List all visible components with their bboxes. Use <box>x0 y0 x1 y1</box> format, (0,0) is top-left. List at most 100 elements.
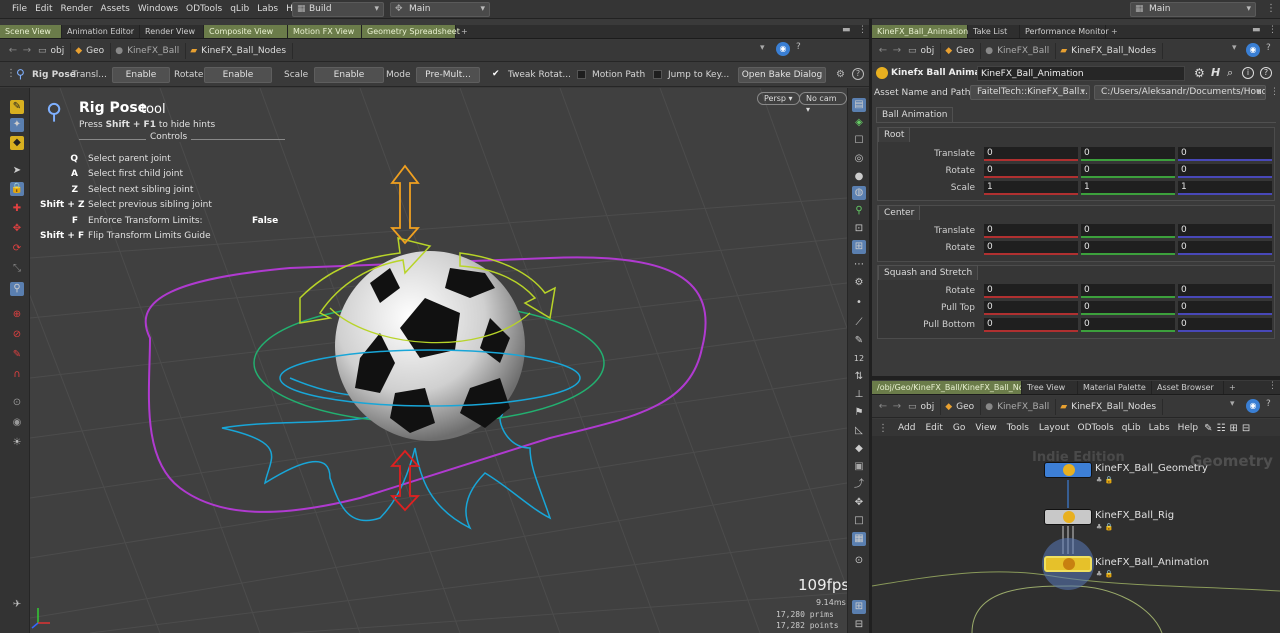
root-scale-y[interactable]: 1 <box>1081 181 1175 195</box>
crumb-geo[interactable]: ◆ Geo <box>941 398 982 415</box>
network-editor[interactable]: Indie Edition Geometry KineFX_Ball_Geome… <box>872 436 1280 633</box>
view-icon[interactable]: ⊙ <box>10 396 24 410</box>
net-menu-layout[interactable]: Layout <box>1039 423 1070 433</box>
camera-icon[interactable]: ◉ <box>10 416 24 430</box>
forward-icon[interactable]: → <box>890 43 904 59</box>
visibility-icon[interactable]: ◎ <box>852 152 866 166</box>
select-arrow-icon[interactable]: ➤ <box>10 164 24 178</box>
pin-icon[interactable]: ◉ <box>1246 399 1260 413</box>
handle-red-icon[interactable]: ✚ <box>10 202 24 216</box>
menu-windows[interactable]: Windows <box>134 0 182 19</box>
net-menu-labs[interactable]: Labs <box>1149 423 1170 433</box>
pose-tool-icon[interactable]: ⚲ <box>10 282 24 296</box>
pane-divider[interactable] <box>872 376 1280 380</box>
snap-grid-icon[interactable]: ⋯ <box>852 258 866 272</box>
root-translate-x[interactable]: 0 <box>984 147 1078 161</box>
desktop-main-dropdown[interactable]: ✥ Main ▾ <box>390 2 490 17</box>
more-icon[interactable]: ⋮ <box>858 25 867 35</box>
info-icon[interactable]: i <box>1242 67 1254 79</box>
tab-ball-animation[interactable]: Ball Animation <box>876 107 954 122</box>
tab-asset-browser[interactable]: Asset Browser <box>1152 381 1224 394</box>
toggle-icon[interactable]: ⊟ <box>852 618 866 632</box>
root-rotate-x[interactable]: 0 <box>984 164 1078 178</box>
root-scale-x[interactable]: 1 <box>984 181 1078 195</box>
squash-rotate-y[interactable]: 0 <box>1081 284 1175 298</box>
grid-icon[interactable]: ⊞ <box>1229 423 1237 434</box>
node-kinefx-ball-rig[interactable] <box>1044 509 1092 525</box>
mode-dropdown[interactable]: Pre-Mult... <box>416 67 480 83</box>
tab-performance-monitor[interactable]: Performance Monitor <box>1020 25 1109 38</box>
magnet-icon[interactable]: ◆ <box>10 136 24 150</box>
root-scale-z[interactable]: 1 <box>1178 181 1272 195</box>
translate-dropdown[interactable]: Enable <box>112 67 170 83</box>
light-icon[interactable]: ☀ <box>10 436 24 450</box>
tab-animation-editor[interactable]: Animation Editor <box>62 25 140 38</box>
back-icon[interactable]: ← <box>876 399 890 415</box>
section-center-header[interactable]: Center <box>878 205 921 220</box>
brush-icon[interactable]: ✎ <box>852 334 866 348</box>
crumb-ball[interactable]: ● KineFX_Ball <box>111 42 187 59</box>
screenshot-icon[interactable]: ▦ <box>852 532 866 546</box>
forward-icon[interactable]: → <box>20 43 34 59</box>
menu-odtools[interactable]: ODTools <box>182 0 226 19</box>
tab-geometry-spreadsheet[interactable]: Geometry Spreadsheet <box>362 25 460 38</box>
list-icon[interactable]: ☷ <box>1217 423 1226 434</box>
template-icon[interactable]: ⚲ <box>852 204 866 218</box>
squash-rotate-x[interactable]: 0 <box>984 284 1078 298</box>
tab-material-palette[interactable]: Material Palette <box>1078 381 1152 394</box>
gear-icon[interactable]: ⚙ <box>1194 66 1205 80</box>
shading-icon[interactable]: ● <box>852 170 866 184</box>
net-menu-view[interactable]: View <box>975 423 996 433</box>
center-rotate-x[interactable]: 0 <box>984 241 1078 255</box>
edit-icon[interactable]: ✎ <box>10 348 24 362</box>
tab-tree-view[interactable]: Tree View <box>1022 381 1078 394</box>
hda-icon[interactable]: H <box>1211 66 1220 79</box>
extra-icon[interactable]: ✈ <box>10 598 24 612</box>
root-rotate-z[interactable]: 0 <box>1178 164 1272 178</box>
wrench-icon[interactable]: ✎ <box>1204 423 1212 434</box>
crumb-nodes[interactable]: ▰ KineFX_Ball_Nodes <box>1056 42 1164 59</box>
node-name-input[interactable] <box>977 66 1185 81</box>
crumb-ball[interactable]: ● KineFX_Ball <box>981 398 1057 415</box>
help-icon[interactable]: ? <box>796 42 801 52</box>
ghost-icon[interactable]: ☐ <box>852 134 866 148</box>
move-icon[interactable]: ✥ <box>852 496 866 510</box>
help-icon[interactable]: ? <box>1260 67 1272 79</box>
pull-bottom-y[interactable]: 0 <box>1081 318 1175 332</box>
squash-rotate-z[interactable]: 0 <box>1178 284 1272 298</box>
root-translate-y[interactable]: 0 <box>1081 147 1175 161</box>
net-menu-edit[interactable]: Edit <box>925 423 942 433</box>
help-icon[interactable]: ? <box>1266 43 1271 53</box>
more-icon[interactable]: ⋮ <box>1268 25 1277 35</box>
transform-icon[interactable]: ⊕ <box>10 308 24 322</box>
pull-bottom-x[interactable]: 0 <box>984 318 1078 332</box>
menu-qlib[interactable]: qLib <box>226 0 253 19</box>
net-menu-tools[interactable]: Tools <box>1007 423 1029 433</box>
lasso-icon[interactable]: ◺ <box>852 424 866 438</box>
settings-icon[interactable]: ⚙ <box>836 69 845 80</box>
section-squash-header[interactable]: Squash and Stretch <box>878 265 979 280</box>
marker-icon[interactable]: ⊙ <box>852 554 866 568</box>
more-icon[interactable]: ⋮ <box>1266 3 1276 14</box>
net-menu-qlib[interactable]: qLib <box>1122 423 1141 433</box>
menu-edit[interactable]: Edit <box>31 0 56 19</box>
crumb-geo[interactable]: ◆ Geo <box>941 42 982 59</box>
back-icon[interactable]: ← <box>6 43 20 59</box>
root-rotate-y[interactable]: 0 <box>1081 164 1175 178</box>
net-menu-help[interactable]: Help <box>1178 423 1199 433</box>
pull-top-x[interactable]: 0 <box>984 301 1078 315</box>
tab-render-view[interactable]: Render View <box>140 25 204 38</box>
asset-name-dropdown[interactable]: FaitelTech::KineFX_Ball... ▾ <box>970 85 1090 100</box>
desktop-build-dropdown[interactable]: ▦ Build ▾ <box>292 2 384 17</box>
menu-assets[interactable]: Assets <box>97 0 134 19</box>
node-kinefx-ball-animation[interactable] <box>1044 556 1092 572</box>
crumb-nodes[interactable]: ▰ KineFX_Ball_Nodes <box>1056 398 1164 415</box>
light-toggle-icon[interactable]: ◈ <box>852 116 866 130</box>
soccer-ball[interactable] <box>335 251 525 441</box>
center-rotate-z[interactable]: 0 <box>1178 241 1272 255</box>
motion-path-checkbox[interactable] <box>577 70 586 79</box>
grid-layout-icon[interactable]: ⊞ <box>852 600 866 614</box>
translate-icon[interactable]: ✥ <box>10 222 24 236</box>
scale-dropdown[interactable]: Enable <box>314 67 384 83</box>
more-icon[interactable]: ⋮ <box>1270 87 1279 97</box>
